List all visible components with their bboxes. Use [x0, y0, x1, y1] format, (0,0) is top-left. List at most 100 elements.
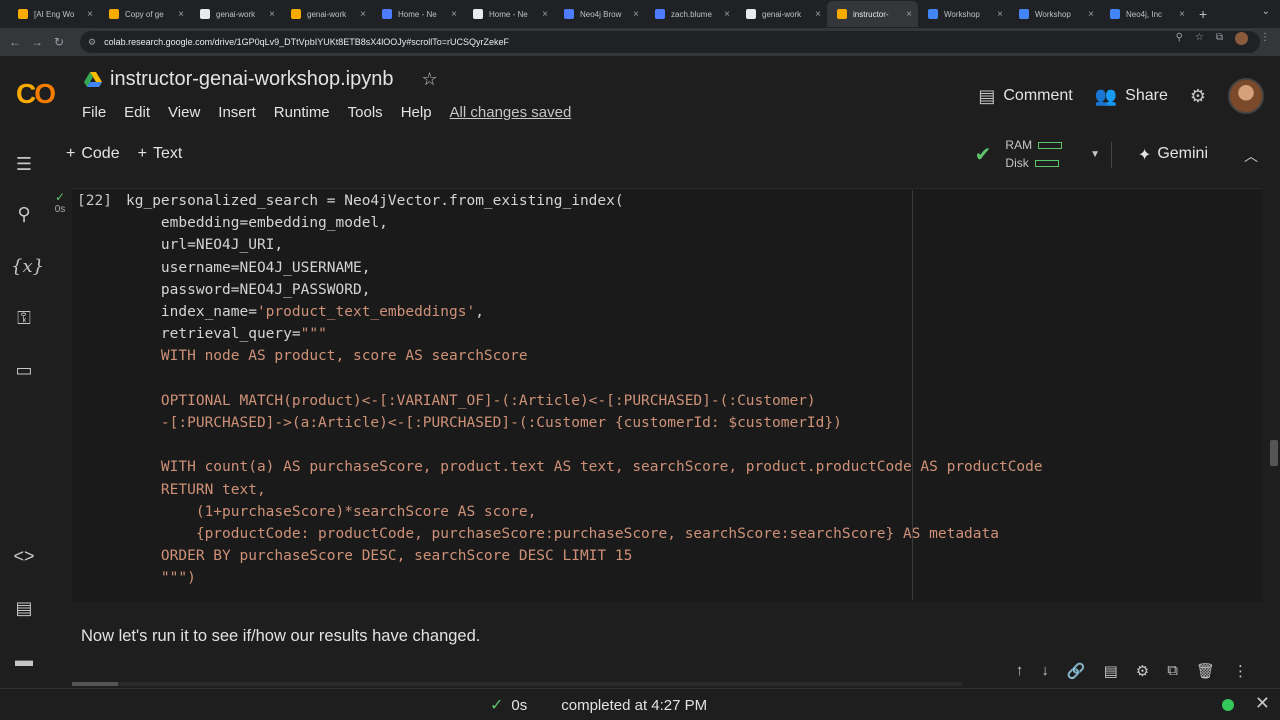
menu-tools[interactable]: Tools: [348, 104, 383, 121]
code-line: RETURN text,: [126, 481, 266, 498]
menu-view[interactable]: View: [168, 104, 200, 121]
chevron-up-icon[interactable]: ︿: [1244, 146, 1258, 166]
tab-close-icon[interactable]: ×: [906, 9, 912, 20]
browser-tab[interactable]: genai-work ×: [190, 1, 281, 27]
tab-title: zach.blume: [671, 9, 712, 19]
tab-title: instructor-: [853, 9, 889, 19]
menu-file[interactable]: File: [82, 104, 106, 121]
execution-status[interactable]: ✓ 0s completed at 4:27 PM: [490, 695, 707, 715]
chevron-down-icon[interactable]: ▼: [1090, 149, 1100, 160]
browser-tab[interactable]: genai-work ×: [281, 1, 372, 27]
cell-actions-toolbar: ↑ ↓ 🔗 ▤ ⚙ ⧉ 🗑 ⋮: [1016, 662, 1248, 680]
browser-tab[interactable]: zach.blume ×: [645, 1, 736, 27]
tab-title: Workshop: [944, 9, 980, 19]
code-line: kg_personalized_search = Neo4jVector.fro…: [126, 193, 624, 209]
gemini-button[interactable]: ✦ Gemini: [1138, 145, 1208, 165]
code-line: url=NEO4J_URI,: [126, 237, 284, 254]
address-bar[interactable]: ⚙ colab.research.google.com/drive/1GP0qL…: [80, 31, 1260, 53]
cell-run-status[interactable]: ✓ 0s: [50, 190, 70, 215]
files-folder-icon[interactable]: ▭: [11, 360, 37, 381]
connection-status-dot: [1222, 699, 1234, 711]
site-info-icon[interactable]: ⚙: [88, 37, 96, 48]
cell-exec-time: 0s: [54, 204, 66, 215]
delete-icon[interactable]: 🗑: [1196, 662, 1215, 680]
save-status[interactable]: All changes saved: [450, 104, 572, 121]
secrets-key-icon[interactable]: ⚿: [11, 308, 37, 329]
more-vert-icon[interactable]: ⋮: [1233, 662, 1248, 680]
tab-close-icon[interactable]: ×: [633, 9, 639, 20]
search-icon[interactable]: ⚲: [11, 204, 37, 225]
browser-tab[interactable]: Neo4j Brow ×: [554, 1, 645, 27]
tab-close-icon[interactable]: ×: [1179, 9, 1185, 20]
table-of-contents-icon[interactable]: ☰: [11, 154, 37, 175]
profile-avatar[interactable]: [1235, 32, 1248, 45]
tab-close-icon[interactable]: ×: [451, 9, 457, 20]
new-tab-icon[interactable]: +: [1199, 6, 1207, 22]
runtime-resources[interactable]: ✔ RAM Disk ▼: [975, 136, 1100, 172]
menu-runtime[interactable]: Runtime: [274, 104, 330, 121]
tab-title: Neo4j, Inc: [1126, 9, 1163, 19]
tab-close-icon[interactable]: ×: [815, 9, 821, 20]
code-line: password=NEO4J_PASSWORD,: [126, 281, 371, 298]
tab-close-icon[interactable]: ×: [269, 9, 275, 20]
page-scrollbar[interactable]: [1270, 440, 1278, 466]
drive-icon[interactable]: [84, 71, 102, 88]
browser-tab[interactable]: Workshop ×: [1009, 1, 1100, 27]
bookmark-star-icon[interactable]: ☆: [1195, 32, 1204, 45]
browser-tab[interactable]: genai-work ×: [736, 1, 827, 27]
share-button[interactable]: 👥 Share: [1095, 86, 1168, 107]
tab-favicon-icon: [655, 9, 665, 19]
link-icon[interactable]: 🔗: [1067, 662, 1086, 680]
close-icon[interactable]: ✕: [1255, 693, 1270, 714]
colab-logo[interactable]: CO: [16, 78, 56, 110]
tab-close-icon[interactable]: ×: [724, 9, 730, 20]
tab-search-icon[interactable]: ⌄: [1262, 6, 1270, 17]
notebook-title[interactable]: instructor-genai-workshop.ipynb: [110, 68, 393, 91]
browser-tab[interactable]: [AI Eng Wo ×: [8, 1, 99, 27]
add-code-button[interactable]: + Code: [66, 145, 120, 163]
scrollbar-thumb[interactable]: [72, 682, 118, 686]
browser-tab[interactable]: Neo4j, Inc ×: [1100, 1, 1191, 27]
tab-close-icon[interactable]: ×: [87, 9, 93, 20]
tab-close-icon[interactable]: ×: [997, 9, 1003, 20]
code-editor[interactable]: kg_personalized_search = Neo4jVector.fro…: [126, 190, 1043, 590]
command-palette-icon[interactable]: ▤: [11, 598, 37, 619]
browser-tab[interactable]: Workshop ×: [918, 1, 1009, 27]
settings-gear-icon[interactable]: ⚙: [1190, 86, 1206, 107]
mirror-cell-icon[interactable]: ⧉: [1167, 662, 1178, 680]
move-up-icon[interactable]: ↑: [1016, 662, 1024, 680]
forward-icon[interactable]: →: [26, 35, 48, 49]
comment-button[interactable]: ▤ Comment: [978, 86, 1072, 107]
tab-close-icon[interactable]: ×: [360, 9, 366, 20]
variables-icon[interactable]: {x}: [11, 256, 44, 277]
menu-help[interactable]: Help: [401, 104, 432, 121]
ram-bar: [1038, 141, 1063, 149]
browser-tab[interactable]: Copy of ge ×: [99, 1, 190, 27]
text-cell[interactable]: Now let's run it to see if/how our resul…: [81, 627, 480, 646]
move-down-icon[interactable]: ↓: [1041, 662, 1049, 680]
browser-tab[interactable]: Home - Ne ×: [463, 1, 554, 27]
terminal-icon[interactable]: ▬: [11, 650, 37, 671]
browser-menu-icon[interactable]: ⋮: [1260, 32, 1270, 45]
settings-gear-icon[interactable]: ⚙: [1136, 662, 1149, 680]
zoom-icon[interactable]: ⚲: [1176, 32, 1183, 45]
tab-close-icon[interactable]: ×: [542, 9, 548, 20]
ram-label: RAM: [1005, 138, 1033, 152]
horizontal-scrollbar[interactable]: [72, 682, 962, 686]
comment-icon[interactable]: ▤: [1104, 662, 1118, 680]
browser-tab[interactable]: Home - Ne ×: [372, 1, 463, 27]
menu-insert[interactable]: Insert: [218, 104, 256, 121]
star-icon[interactable]: ☆: [421, 69, 437, 90]
code-snippets-icon[interactable]: <>: [11, 546, 37, 567]
add-text-button[interactable]: + Text: [138, 145, 183, 163]
tab-title: Copy of ge: [125, 9, 164, 19]
browser-tab[interactable]: instructor- ×: [827, 1, 918, 27]
tab-close-icon[interactable]: ×: [178, 9, 184, 20]
user-avatar[interactable]: [1228, 78, 1264, 114]
menu-edit[interactable]: Edit: [124, 104, 150, 121]
extensions-icon[interactable]: ⧉: [1216, 32, 1223, 45]
reload-icon[interactable]: ↻: [48, 35, 70, 49]
tab-close-icon[interactable]: ×: [1088, 9, 1094, 20]
back-icon[interactable]: ←: [4, 35, 26, 49]
